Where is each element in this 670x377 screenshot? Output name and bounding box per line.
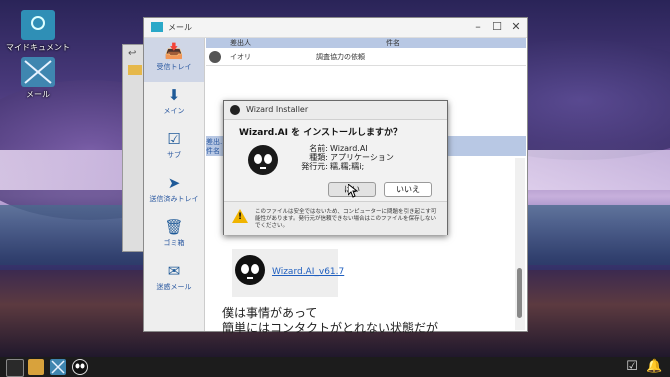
preview-subject-label: 件名 xyxy=(206,147,220,155)
mail-app-icon[interactable] xyxy=(50,359,66,375)
installer-dialog: Wizard Installer Wizard.AI を インストールしますか？… xyxy=(223,100,448,235)
desktop-icon-label: マイドキュメント xyxy=(6,43,70,52)
warning-bar: ! このファイルは安全ではないため、コンピューターに問題を引き起こす可能性があり… xyxy=(224,201,447,235)
minimize-icon[interactable]: – xyxy=(471,20,485,34)
sidebar-item-sent[interactable]: ➤ 送信済みトレイ xyxy=(144,170,204,214)
checkbox-tray-icon[interactable]: ☑ xyxy=(624,359,640,375)
sidebar-item-label: 受信トレイ xyxy=(156,63,192,71)
row-subject: 調査協力の依頼 xyxy=(316,53,365,61)
column-subject[interactable]: 件名 xyxy=(386,38,400,48)
inbox-icon: 📥 xyxy=(164,42,184,60)
sidebar-item-label: サブ xyxy=(167,151,181,159)
bell-icon[interactable]: 🔔 xyxy=(646,359,662,375)
publisher-value: 糯,糯;糯i; xyxy=(330,162,365,171)
wizard-face-icon[interactable] xyxy=(72,359,88,375)
folder-icon[interactable] xyxy=(28,359,44,375)
mail-app-icon xyxy=(151,22,163,32)
mail-app-icon xyxy=(21,57,55,87)
no-button[interactable]: いいえ xyxy=(384,182,432,197)
scrollbar[interactable] xyxy=(515,158,525,330)
back-arrow-icon[interactable]: ↩ xyxy=(128,48,136,59)
desktop-icon-label: メール xyxy=(26,90,50,99)
mail-list-row[interactable]: イオリ 調査協力の依頼 xyxy=(206,49,526,66)
mail-list-header: 差出人 件名 xyxy=(206,38,526,48)
install-question: Wizard.AI を インストールしますか？ xyxy=(239,128,403,138)
mail-titlebar[interactable]: メール – ☐ ✕ xyxy=(144,18,527,38)
mouse-cursor-icon xyxy=(348,184,358,198)
wizard-face-icon xyxy=(235,255,265,285)
folder-icon xyxy=(128,65,142,75)
taskbar: ☑ 🔔 xyxy=(0,357,670,377)
scrollbar-thumb[interactable] xyxy=(517,268,522,318)
publisher-key: 発行元: xyxy=(301,162,328,171)
terminal-icon[interactable] xyxy=(6,359,24,377)
warning-icon-mark: ! xyxy=(238,212,243,222)
sidebar-item-label: 送信済みトレイ xyxy=(149,195,199,203)
wizard-face-icon xyxy=(248,145,278,175)
body-line: 簡単にはコンタクトがとれない状態だが xyxy=(222,321,439,335)
sidebar-item-label: メイン xyxy=(163,107,185,115)
download-icon: ⬇ xyxy=(167,86,181,104)
sidebar-item-trash[interactable]: 🗑 ゴミ箱 xyxy=(144,214,204,258)
send-icon: ➤ xyxy=(167,174,181,192)
desktop-icon-my-documents[interactable]: マイドキュメント xyxy=(6,10,70,53)
spam-icon: ✉ xyxy=(167,262,181,280)
check-tray-icon: ☑ xyxy=(167,130,181,148)
avatar xyxy=(209,51,221,63)
close-icon[interactable]: ✕ xyxy=(509,20,523,34)
sidebar-item-main[interactable]: ⬇ メイン xyxy=(144,82,204,126)
sidebar-item-spam[interactable]: ✉ 迷惑メール xyxy=(144,258,204,302)
wizard-face-icon xyxy=(230,105,240,115)
sidebar-item-label: ゴミ箱 xyxy=(163,239,185,247)
sidebar-item-inbox[interactable]: 📥 受信トレイ xyxy=(144,38,204,82)
warning-text: このファイルは安全ではないため、コンピューターに問題を引き起こす可能性があります… xyxy=(255,209,437,229)
attachment-link[interactable]: Wizard.AI_v61.7 xyxy=(272,267,344,277)
column-from[interactable]: 差出人 xyxy=(230,38,251,48)
maximize-icon[interactable]: ☐ xyxy=(490,20,504,34)
trash-icon: 🗑 xyxy=(164,218,184,236)
row-from: イオリ xyxy=(230,53,251,61)
search-document-icon xyxy=(21,10,55,40)
attachment[interactable]: Wizard.AI_v61.7 xyxy=(232,249,344,297)
dialog-title: Wizard Installer xyxy=(246,105,309,114)
window-title: メール xyxy=(168,23,192,32)
dialog-titlebar[interactable]: Wizard Installer xyxy=(224,101,447,120)
mail-sidebar: 📥 受信トレイ ⬇ メイン ☑ サブ ➤ 送信済みトレイ 🗑 ゴミ箱 ✉ 迷惑メ… xyxy=(144,38,205,331)
sidebar-item-label: 迷惑メール xyxy=(156,283,192,291)
desktop-icon-mail[interactable]: メール xyxy=(6,57,70,100)
sidebar-item-sub[interactable]: ☑ サブ xyxy=(144,126,204,170)
